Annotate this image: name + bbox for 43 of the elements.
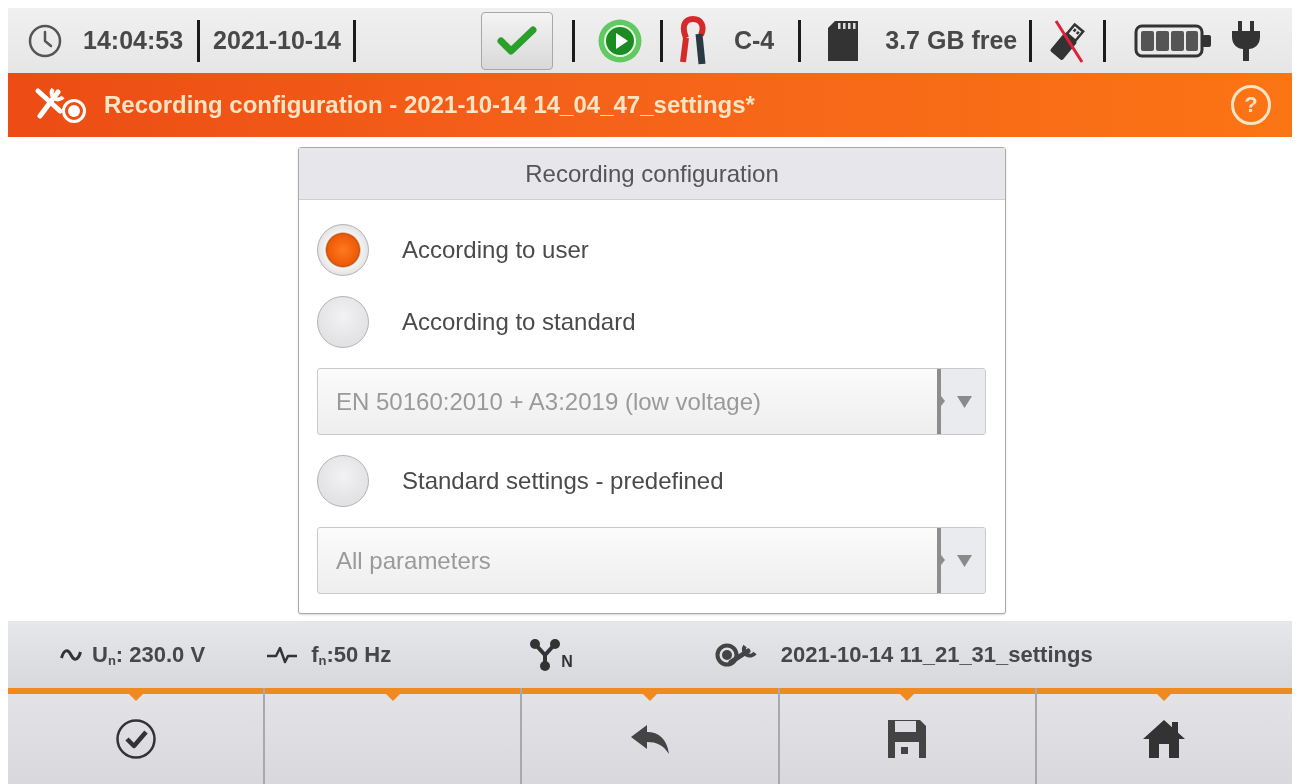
- notch-icon: [1157, 694, 1172, 701]
- save-button[interactable]: [779, 688, 1035, 784]
- voltage-reading: U$_{n}$: 230.0 V: [92, 641, 206, 668]
- radio-button[interactable]: [317, 296, 369, 348]
- caret-icon: [937, 528, 985, 593]
- star-network-icon: [529, 637, 562, 672]
- home-icon: [1142, 719, 1187, 759]
- option-label[interactable]: According to standard: [402, 308, 636, 336]
- notch-icon: [643, 694, 657, 701]
- notch-icon: [900, 694, 915, 701]
- check-circle-icon: [115, 719, 156, 759]
- clock-icon: [28, 23, 62, 58]
- radio-button[interactable]: [317, 224, 369, 276]
- clamp-text: C-4: [733, 26, 775, 55]
- play-icon: [597, 18, 642, 63]
- storage-text: 3.7 GB free: [885, 26, 1018, 55]
- network-label: N: [561, 653, 573, 671]
- battery-icon: [1134, 23, 1213, 58]
- clamp-icon: [679, 15, 706, 66]
- gear-wrench-icon: [714, 641, 757, 668]
- pulse-icon: [266, 645, 299, 664]
- date-text: 2021-10-14: [213, 26, 341, 55]
- settings-file-name: 2021-10-14 11_21_31_settings: [780, 641, 1093, 668]
- sd-card-icon: [827, 19, 860, 62]
- back-arrow-icon: [631, 723, 669, 755]
- option-label[interactable]: According to user: [402, 236, 589, 264]
- home-button[interactable]: [1036, 688, 1292, 784]
- sine-wave-icon: [60, 647, 82, 662]
- confirm-button[interactable]: [8, 688, 264, 784]
- time-text: 14:04:53: [83, 26, 184, 55]
- blank-button[interactable]: [265, 688, 521, 784]
- frequency-reading: f$_{n}$:50 Hz: [311, 641, 392, 668]
- check-icon: [496, 25, 537, 56]
- option-label[interactable]: Standard settings - predefined: [402, 467, 724, 495]
- dialog-title: Recording configuration: [299, 148, 1005, 200]
- tools-icon: [33, 87, 87, 123]
- plug-icon: [1230, 20, 1263, 61]
- notch-icon: [128, 694, 143, 701]
- notch-icon: [385, 694, 400, 701]
- screen-title: Recording configuration - 2021-10-14 14_04_47_settings*: [104, 91, 755, 119]
- caret-icon: [937, 369, 985, 434]
- check-button[interactable]: [480, 11, 553, 70]
- radio-button[interactable]: [317, 455, 369, 507]
